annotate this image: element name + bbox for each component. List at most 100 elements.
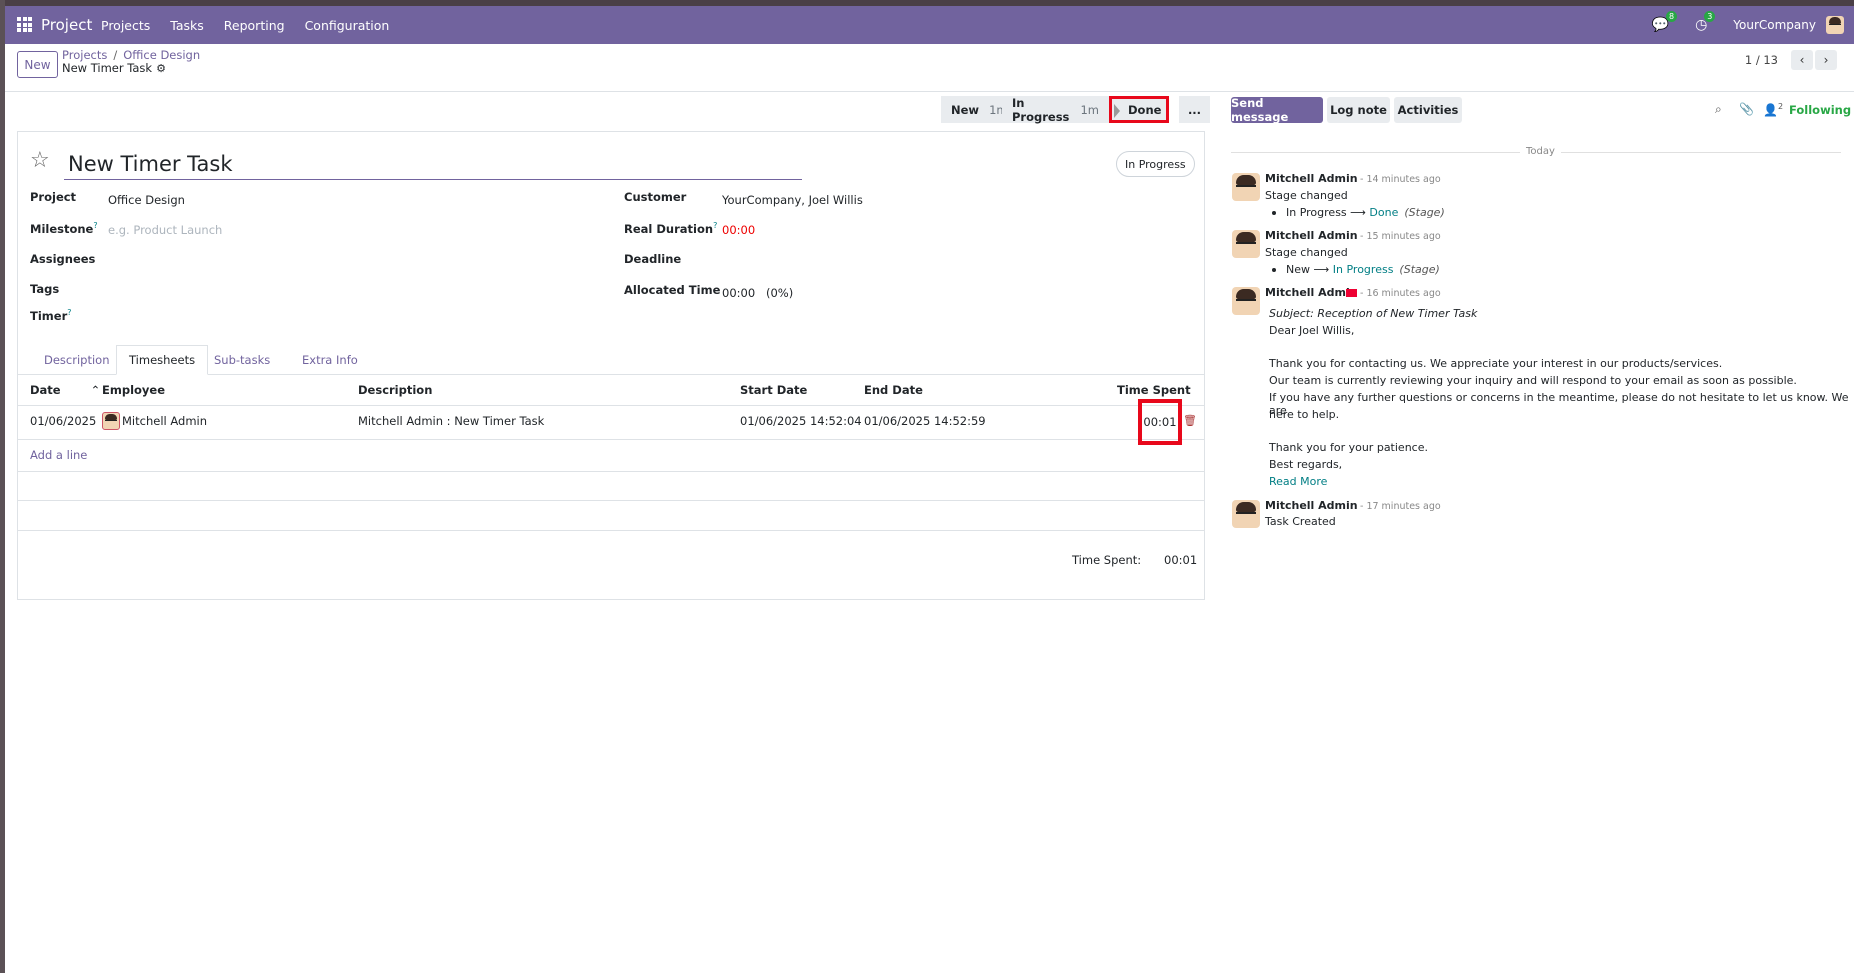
column-employee[interactable]: Employee bbox=[102, 375, 165, 405]
menu-projects[interactable]: Projects bbox=[101, 18, 150, 33]
menu-tasks[interactable]: Tasks bbox=[170, 18, 204, 33]
message-text: Stage changed bbox=[1265, 189, 1348, 202]
allocated-percentage: (0%) bbox=[766, 286, 794, 300]
pager-value[interactable]: 1 / 13 bbox=[1745, 53, 1778, 67]
row-employee[interactable]: Mitchell Admin bbox=[102, 411, 207, 431]
allocated-time-field[interactable]: 00:00 bbox=[722, 286, 755, 300]
milestone-help[interactable]: ? bbox=[93, 221, 97, 230]
search-icon[interactable]: ⌕ bbox=[1715, 102, 1722, 117]
stage-new[interactable]: New 1m bbox=[941, 96, 1008, 123]
user-avatar[interactable] bbox=[1826, 16, 1844, 34]
milestone-label-text: Milestone bbox=[30, 221, 94, 236]
customer-field[interactable]: YourCompany, Joel Willis bbox=[722, 193, 863, 207]
breadcrumb-projects[interactable]: Projects bbox=[62, 48, 107, 62]
row-employee-name: Mitchell Admin bbox=[122, 414, 208, 428]
stage-new-label: New bbox=[951, 102, 980, 117]
row-time-spent[interactable]: 00:01 bbox=[1138, 399, 1182, 445]
breadcrumb-current: New Timer Task ⚙ bbox=[62, 61, 166, 75]
real-duration-help[interactable]: ? bbox=[713, 221, 717, 230]
company-switcher[interactable]: YourCompany bbox=[1733, 18, 1816, 32]
project-label: Project bbox=[30, 190, 77, 204]
following-button[interactable]: Following bbox=[1789, 103, 1851, 117]
stage-in-progress[interactable]: In Progress 1m bbox=[1002, 95, 1109, 124]
stage-change-from: In Progress bbox=[1286, 206, 1347, 219]
tab-extra-info[interactable]: Extra Info bbox=[290, 345, 370, 375]
real-duration-label: Real Duration? bbox=[624, 221, 717, 236]
menu-configuration[interactable]: Configuration bbox=[305, 18, 390, 33]
row-date[interactable]: 01/06/2025 bbox=[30, 411, 96, 431]
column-end-date[interactable]: End Date bbox=[864, 375, 923, 405]
control-panel: New Projects / Office Design New Timer Tas… bbox=[5, 44, 1854, 92]
row-start-date[interactable]: 01/06/2025 14:52:04 bbox=[740, 411, 862, 431]
breadcrumb-office-design[interactable]: Office Design bbox=[123, 48, 200, 62]
real-duration-value: 00:00 bbox=[722, 223, 756, 237]
column-start-date[interactable]: Start Date bbox=[740, 375, 807, 405]
state-badge[interactable]: In Progress bbox=[1116, 151, 1195, 177]
message-author[interactable]: Mitchell Admin bbox=[1265, 172, 1358, 185]
tab-timesheets[interactable]: Timesheets bbox=[116, 345, 209, 375]
messages-icon[interactable]: 💬 8 bbox=[1652, 11, 1678, 33]
message-avatar[interactable] bbox=[1232, 500, 1260, 528]
activities-icon[interactable]: ◷ 3 bbox=[1695, 11, 1716, 33]
milestone-label: Milestone? bbox=[30, 221, 98, 236]
message-avatar[interactable] bbox=[1232, 230, 1260, 258]
bullet bbox=[1272, 268, 1276, 272]
window-left-edge bbox=[0, 0, 5, 973]
followers-icon[interactable]: 👤2 bbox=[1763, 102, 1783, 117]
message-author[interactable]: Mitchell Admin bbox=[1265, 286, 1358, 299]
task-title[interactable]: New Timer Task bbox=[68, 152, 233, 176]
tab-description[interactable]: Description bbox=[32, 345, 122, 375]
message-line: Our team is currently reviewing your inq… bbox=[1269, 374, 1797, 387]
timer-help[interactable]: ? bbox=[67, 308, 71, 317]
more-stages-button[interactable]: ... bbox=[1179, 96, 1210, 123]
add-line-link[interactable]: Add a line bbox=[30, 445, 87, 465]
stage-in-progress-label: In Progress bbox=[1012, 95, 1070, 124]
message-avatar[interactable] bbox=[1232, 287, 1260, 315]
pager-next-icon[interactable]: › bbox=[1815, 50, 1837, 70]
tab-sub-tasks[interactable]: Sub-tasks bbox=[202, 345, 282, 375]
message-author[interactable]: Mitchell Admin bbox=[1265, 499, 1358, 512]
project-field[interactable]: Office Design bbox=[108, 193, 185, 207]
row-time-spent-value: 00:01 bbox=[1143, 415, 1177, 429]
activities-button[interactable]: Activities bbox=[1394, 97, 1462, 123]
app-grid-icon[interactable] bbox=[17, 17, 32, 32]
message-time: - 15 minutes ago bbox=[1360, 231, 1441, 242]
stage-change-from: New bbox=[1286, 263, 1310, 276]
top-navbar: Project Projects Tasks Reporting Configu… bbox=[0, 6, 1854, 44]
pager-previous-icon[interactable]: ‹ bbox=[1791, 50, 1813, 70]
systray: 💬 8 ◷ 3 YourCompany bbox=[1652, 6, 1854, 44]
messages-badge: 8 bbox=[1665, 11, 1678, 22]
read-more-link[interactable]: Read More bbox=[1269, 475, 1327, 488]
current-record-name: New Timer Task bbox=[62, 61, 153, 75]
log-note-button[interactable]: Log note bbox=[1327, 97, 1390, 123]
row-description[interactable]: Mitchell Admin : New Timer Task bbox=[358, 411, 544, 431]
stage-statusbar: New 1m In Progress 1m Done ... bbox=[941, 95, 1210, 124]
row-divider bbox=[18, 500, 1204, 501]
send-message-button[interactable]: Send message bbox=[1231, 96, 1323, 124]
stage-done[interactable]: Done bbox=[1109, 96, 1169, 123]
attachment-icon[interactable]: 📎 bbox=[1739, 102, 1754, 116]
form-tabs: Description Timesheets Sub-tasks Extra I… bbox=[18, 345, 1204, 375]
message-line: Dear Joel Willis, bbox=[1269, 324, 1355, 337]
new-button[interactable]: New bbox=[17, 51, 58, 78]
row-end-date[interactable]: 01/06/2025 14:52:59 bbox=[864, 411, 986, 431]
column-description[interactable]: Description bbox=[358, 375, 432, 405]
sort-ascending-icon[interactable]: ⌃ bbox=[91, 383, 101, 397]
row-divider bbox=[18, 439, 1204, 440]
customer-label: Customer bbox=[624, 190, 687, 204]
star-icon[interactable]: ☆ bbox=[30, 148, 50, 173]
menu-reporting[interactable]: Reporting bbox=[224, 18, 285, 33]
gear-icon[interactable]: ⚙ bbox=[156, 62, 166, 75]
column-date[interactable]: Date ⌃ bbox=[30, 375, 100, 405]
message-author[interactable]: Mitchell Admin bbox=[1265, 229, 1358, 242]
delete-row-icon[interactable]: 🗑 bbox=[1183, 414, 1197, 427]
total-time-label: Time Spent: bbox=[1072, 553, 1142, 567]
total-time-value: 00:01 bbox=[1164, 553, 1198, 567]
breadcrumb: Projects / Office Design bbox=[62, 48, 200, 62]
app-brand[interactable]: Project bbox=[41, 16, 92, 34]
message-avatar[interactable] bbox=[1232, 173, 1260, 201]
stage-done-label: Done bbox=[1128, 102, 1162, 117]
stage-change-field: (Stage) bbox=[1404, 206, 1445, 219]
milestone-field[interactable]: e.g. Product Launch bbox=[108, 223, 222, 237]
bullet bbox=[1272, 211, 1276, 215]
